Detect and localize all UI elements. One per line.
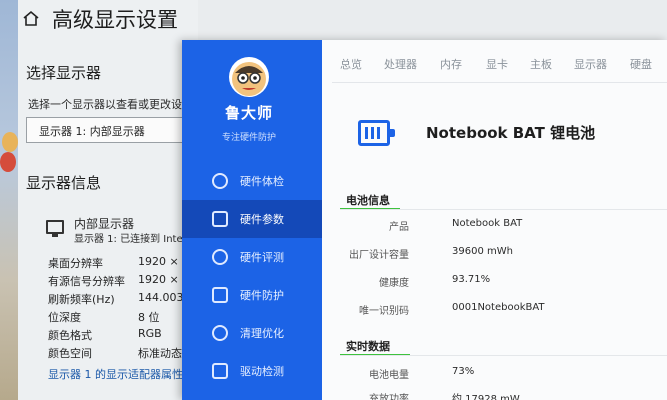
- display-spec-row: 位深度 8 位: [48, 309, 160, 325]
- tab-item[interactable]: 总览: [340, 56, 362, 72]
- info-row: 健康度 93.71%: [322, 274, 667, 296]
- ludashi-window: 鲁大师 专注硬件防护 硬件体检硬件参数硬件评测硬件防护清理优化驱动检测 总览 处理…: [182, 40, 667, 400]
- tab-item[interactable]: 硬盘: [630, 56, 652, 72]
- info-label: 健康度: [379, 278, 409, 289]
- spec-label: 颜色格式: [48, 329, 92, 342]
- info-value: 73%: [452, 366, 475, 377]
- info-label: 唯一识别码: [359, 306, 409, 317]
- spec-label: 桌面分辨率: [48, 257, 103, 270]
- battery-icon: [358, 120, 395, 146]
- display-spec-row: 刷新频率(Hz) 144.003 Hz: [48, 291, 201, 307]
- info-row: 产品 Notebook BAT: [322, 218, 667, 240]
- display-spec-row: 桌面分辨率 1920 × 1080: [48, 255, 210, 271]
- spec-label: 刷新频率(Hz): [48, 293, 115, 306]
- tab-item[interactable]: 显示器: [574, 56, 607, 72]
- info-value: 约 17928 mW: [452, 394, 520, 400]
- advanced-display-settings-window: 高级显示设置 选择显示器 选择一个显示器以查看或更改设置 显示器 1: 内部显示…: [18, 0, 210, 400]
- select-display-heading: 选择显示器: [26, 64, 102, 82]
- cartoon-figure-icon: [0, 152, 16, 172]
- nav-item-label: 硬件防护: [240, 289, 284, 302]
- nav-item-label: 硬件体检: [240, 175, 284, 188]
- gear-icon: [212, 363, 228, 379]
- realtime-section-heading: 实时数据: [346, 340, 390, 353]
- spec-value: RGB: [138, 327, 162, 340]
- nav-item-list[interactable]: 硬件参数: [182, 200, 322, 238]
- spec-label: 有源信号分辨率: [48, 275, 125, 288]
- broom-icon: [212, 325, 228, 341]
- nav-item-label: 清理优化: [240, 327, 284, 340]
- home-icon[interactable]: [22, 10, 40, 26]
- ludashi-brand: 鲁大师: [224, 104, 273, 122]
- select-display-hint: 选择一个显示器以查看或更改设置: [28, 98, 193, 111]
- hardware-tabs: 总览 处理器 内存 显卡 主板 显示器 硬盘: [340, 56, 667, 76]
- tab-item[interactable]: 主板: [530, 56, 552, 72]
- monitor-check-icon: [212, 173, 228, 189]
- spec-value: 8 位: [138, 311, 160, 324]
- monitor-icon: [46, 220, 64, 237]
- nav-item-label: 硬件参数: [240, 213, 284, 226]
- display-select[interactable]: 显示器 1: 内部显示器: [26, 117, 196, 143]
- page-title: 高级显示设置: [52, 8, 178, 32]
- mascot-face-icon: [232, 62, 266, 96]
- ludashi-slogan: 专注硬件防护: [221, 133, 276, 143]
- section-divider: [340, 209, 667, 210]
- info-row: 充放功率 约 17928 mW: [322, 390, 667, 400]
- cartoon-face-icon: [2, 132, 18, 152]
- info-value: 39600 mWh: [452, 246, 513, 257]
- ludashi-content: 总览 处理器 内存 显卡 主板 显示器 硬盘 Notebook BAT 锂电池 电池信息 产…: [322, 40, 667, 400]
- info-label: 电池电量: [369, 370, 409, 381]
- left-window-strip: [0, 0, 18, 400]
- info-row: 唯一识别码 0001NotebookBAT: [322, 302, 667, 324]
- info-label: 充放功率: [369, 394, 409, 400]
- tab-divider: [332, 82, 667, 83]
- display-spec-row: 颜色格式 RGB: [48, 327, 162, 343]
- display-spec-row: 颜色空间 标准动态范围: [48, 345, 204, 361]
- tab-item[interactable]: 显卡: [486, 56, 508, 72]
- info-row: 电池电量 73%: [322, 366, 667, 388]
- info-label: 产品: [389, 222, 409, 233]
- nav-item-label: 硬件评测: [240, 251, 284, 264]
- nav-item-gear[interactable]: 驱动检测: [182, 352, 322, 390]
- gauge-icon: [212, 249, 228, 265]
- info-value: Notebook BAT: [452, 218, 523, 229]
- spec-label: 位深度: [48, 311, 81, 324]
- info-value: 93.71%: [452, 274, 491, 285]
- info-row: 出厂设计容量 39600 mWh: [322, 246, 667, 268]
- nav-item-gauge[interactable]: 硬件评测: [182, 238, 322, 276]
- section-divider: [340, 355, 667, 356]
- display-spec-row: 有源信号分辨率 1920 × 1080: [48, 273, 210, 289]
- nav-item-shield[interactable]: 硬件防护: [182, 276, 322, 314]
- info-label: 出厂设计容量: [349, 250, 409, 261]
- display-info-heading: 显示器信息: [26, 174, 102, 192]
- spec-label: 颜色空间: [48, 347, 92, 360]
- ludashi-mascot-avatar: [229, 57, 269, 97]
- battery-section-heading: 电池信息: [346, 194, 390, 207]
- ludashi-sidebar: 鲁大师 专注硬件防护 硬件体检硬件参数硬件评测硬件防护清理优化驱动检测: [182, 40, 322, 400]
- info-value: 0001NotebookBAT: [452, 302, 545, 313]
- tab-item[interactable]: 内存: [440, 56, 462, 72]
- tab-item[interactable]: 处理器: [384, 56, 417, 72]
- device-title: Notebook BAT 锂电池: [426, 124, 596, 142]
- shield-icon: [212, 287, 228, 303]
- list-icon: [212, 211, 228, 227]
- nav-item-broom[interactable]: 清理优化: [182, 314, 322, 352]
- nav-item-label: 驱动检测: [240, 365, 284, 378]
- nav-item-monitor-check[interactable]: 硬件体检: [182, 162, 322, 200]
- adapter-properties-link[interactable]: 显示器 1 的显示适配器属性: [48, 366, 183, 382]
